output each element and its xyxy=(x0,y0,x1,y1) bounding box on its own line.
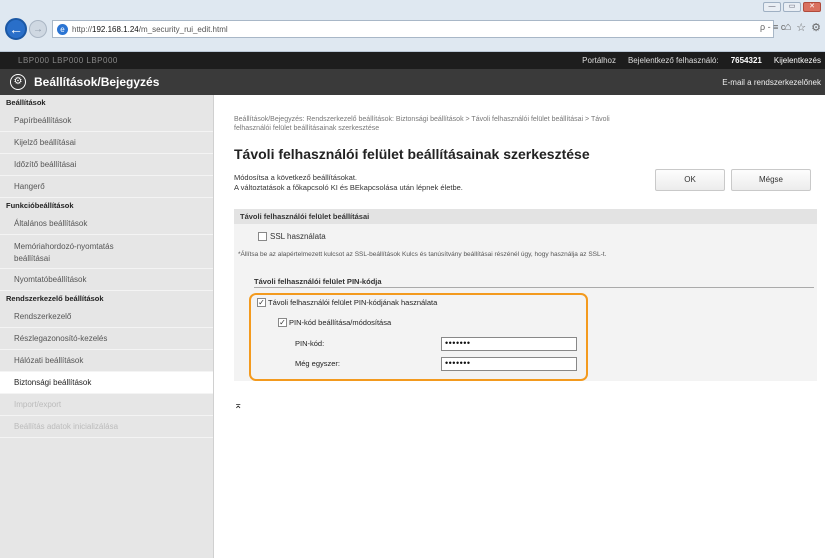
breadcrumb-line2: felhasználói felület beállításainak szer… xyxy=(234,125,380,132)
url-path: /m_security_rui_edit.html xyxy=(138,24,228,34)
device-name: LBP000 LBP000 LBP000 xyxy=(18,56,118,65)
logout-link[interactable]: Kijelentkezés xyxy=(774,56,821,65)
minimize-button[interactable]: — xyxy=(763,2,781,12)
page-header: ⚙ Beállítások/Bejegyzés E-mail a rendsze… xyxy=(0,69,825,95)
settings-panel: SSL használata *Állítsa be az alapértelm… xyxy=(234,224,817,381)
pin-set-checkbox[interactable]: ✓ xyxy=(278,318,287,327)
browser-chrome: — ▭ ✕ ← → e http:// 192.168.1.24 /m_secu… xyxy=(0,0,825,52)
breadcrumb: Beállítások/Bejegyzés: Rendszerkezelő be… xyxy=(234,115,819,133)
settings-logo-icon: ⚙ xyxy=(10,74,26,90)
pin-label: PIN-kód: xyxy=(295,339,325,348)
logged-in-label: Bejelentkező felhasználó: xyxy=(627,56,719,65)
confirm-label: Még egyszer: xyxy=(295,359,341,368)
maximize-button[interactable]: ▭ xyxy=(783,2,801,12)
pin-section-title: Távoli felhasználói felület PIN-kódja xyxy=(254,277,814,288)
breadcrumb-line1[interactable]: Beállítások/Bejegyzés: Rendszerkezelő be… xyxy=(234,115,819,124)
address-bar[interactable]: e http:// 192.168.1.24 /m_security_rui_e… xyxy=(52,20,774,38)
url-prefix: http:// xyxy=(72,24,93,34)
description: Módosítsa a következő beállításokat. A v… xyxy=(234,173,463,193)
sidebar-item-import-export[interactable]: Import/export xyxy=(0,394,213,416)
sidebar-item-init[interactable]: Beállítás adatok inicializálása xyxy=(0,416,213,438)
description-line2: A változtatások a főkapcsoló KI és BEkap… xyxy=(234,183,463,192)
sidebar-item-volume[interactable]: Hangerő xyxy=(0,176,213,198)
sidebar-section-functions: Funkcióbeállítások xyxy=(6,201,74,210)
pin-use-option: ✓ Távoli felhasználói felület PIN-kódján… xyxy=(257,298,437,307)
sidebar-item-security[interactable]: Biztonsági beállítások xyxy=(0,372,213,394)
panel-title: Távoli felhasználói felület beállításai xyxy=(234,209,817,224)
url-host: 192.168.1.24 xyxy=(92,24,139,34)
tools-gear-icon[interactable]: ⚙ xyxy=(811,21,821,34)
sidebar: Beállítások Papírbeállítások Kijelző beá… xyxy=(0,95,214,558)
description-line1: Módosítsa a következő beállításokat. xyxy=(234,173,357,182)
confirm-pin-input[interactable]: ••••••• xyxy=(441,357,577,371)
header-title: Beállítások/Bejegyzés xyxy=(34,75,160,89)
ssl-checkbox[interactable] xyxy=(258,232,267,241)
sidebar-item-display[interactable]: Kijelző beállításai xyxy=(0,132,213,154)
page-title: Távoli felhasználói felület beállításain… xyxy=(234,146,590,162)
back-arrow-icon: ← xyxy=(9,21,23,37)
sidebar-item-dept-id[interactable]: Részlegazonosító-kezelés xyxy=(0,328,213,350)
pin-use-label: Távoli felhasználói felület PIN-kódjának… xyxy=(268,298,438,307)
cancel-button[interactable]: Mégse xyxy=(731,169,811,191)
email-admin-link[interactable]: E-mail a rendszerkezelőnek xyxy=(722,78,821,87)
pin-use-checkbox[interactable]: ✓ xyxy=(257,298,266,307)
sidebar-item-paper[interactable]: Papírbeállítások xyxy=(0,110,213,132)
forward-arrow-icon: → xyxy=(33,23,43,35)
pin-set-label: PIN-kód beállítása/módosítása xyxy=(289,318,392,327)
close-button[interactable]: ✕ xyxy=(803,2,821,12)
browser-toolbar-icons: ⌂ ☆ ⚙ xyxy=(785,21,821,34)
top-info-bar: LBP000 LBP000 LBP000 Portálhoz Bejelentk… xyxy=(0,52,825,69)
back-to-top-icon[interactable]: ⌅ xyxy=(234,400,242,411)
sidebar-item-timer[interactable]: Időzítő beállításai xyxy=(0,154,213,176)
address-tools[interactable]: ρ - ≡ c xyxy=(760,22,785,32)
ssl-label: SSL használata xyxy=(270,232,326,241)
main-content: Beállítások/Bejegyzés: Rendszerkezelő be… xyxy=(214,95,825,558)
sidebar-item-network[interactable]: Hálózati beállítások xyxy=(0,350,213,372)
portal-link[interactable]: Portálhoz xyxy=(582,56,616,65)
user-id: 7654321 xyxy=(730,56,762,65)
ie-page-icon: e xyxy=(57,23,68,35)
sidebar-section-admin: Rendszerkezelő beállítások xyxy=(6,294,104,303)
sidebar-item-media-line2: beállításai xyxy=(14,254,51,263)
window-controls: — ▭ ✕ xyxy=(763,2,821,12)
sidebar-item-sysadmin[interactable]: Rendszerkezelő xyxy=(0,306,213,328)
back-button[interactable]: ← xyxy=(5,18,27,40)
sidebar-item-printer[interactable]: Nyomtatóbeállítások xyxy=(0,269,213,291)
sidebar-item-general[interactable]: Általános beállítások xyxy=(0,213,213,235)
ok-button[interactable]: OK xyxy=(655,169,725,191)
sidebar-section-settings: Beállítások xyxy=(6,98,46,107)
pin-input[interactable]: ••••••• xyxy=(441,337,577,351)
home-icon[interactable]: ⌂ xyxy=(785,21,792,34)
sidebar-item-media-line1: Memóriahordozó-nyomtatás xyxy=(14,242,114,251)
sidebar-item-media-print[interactable]: Memóriahordozó-nyomtatás beállításai xyxy=(0,235,213,269)
ssl-note: *Állítsa be az alapértelmezett kulcsot a… xyxy=(238,251,607,258)
pin-set-option: ✓ PIN-kód beállítása/módosítása xyxy=(278,318,391,327)
forward-button[interactable]: → xyxy=(29,20,47,38)
favorites-star-icon[interactable]: ☆ xyxy=(796,21,806,34)
ssl-option: SSL használata xyxy=(258,232,326,241)
